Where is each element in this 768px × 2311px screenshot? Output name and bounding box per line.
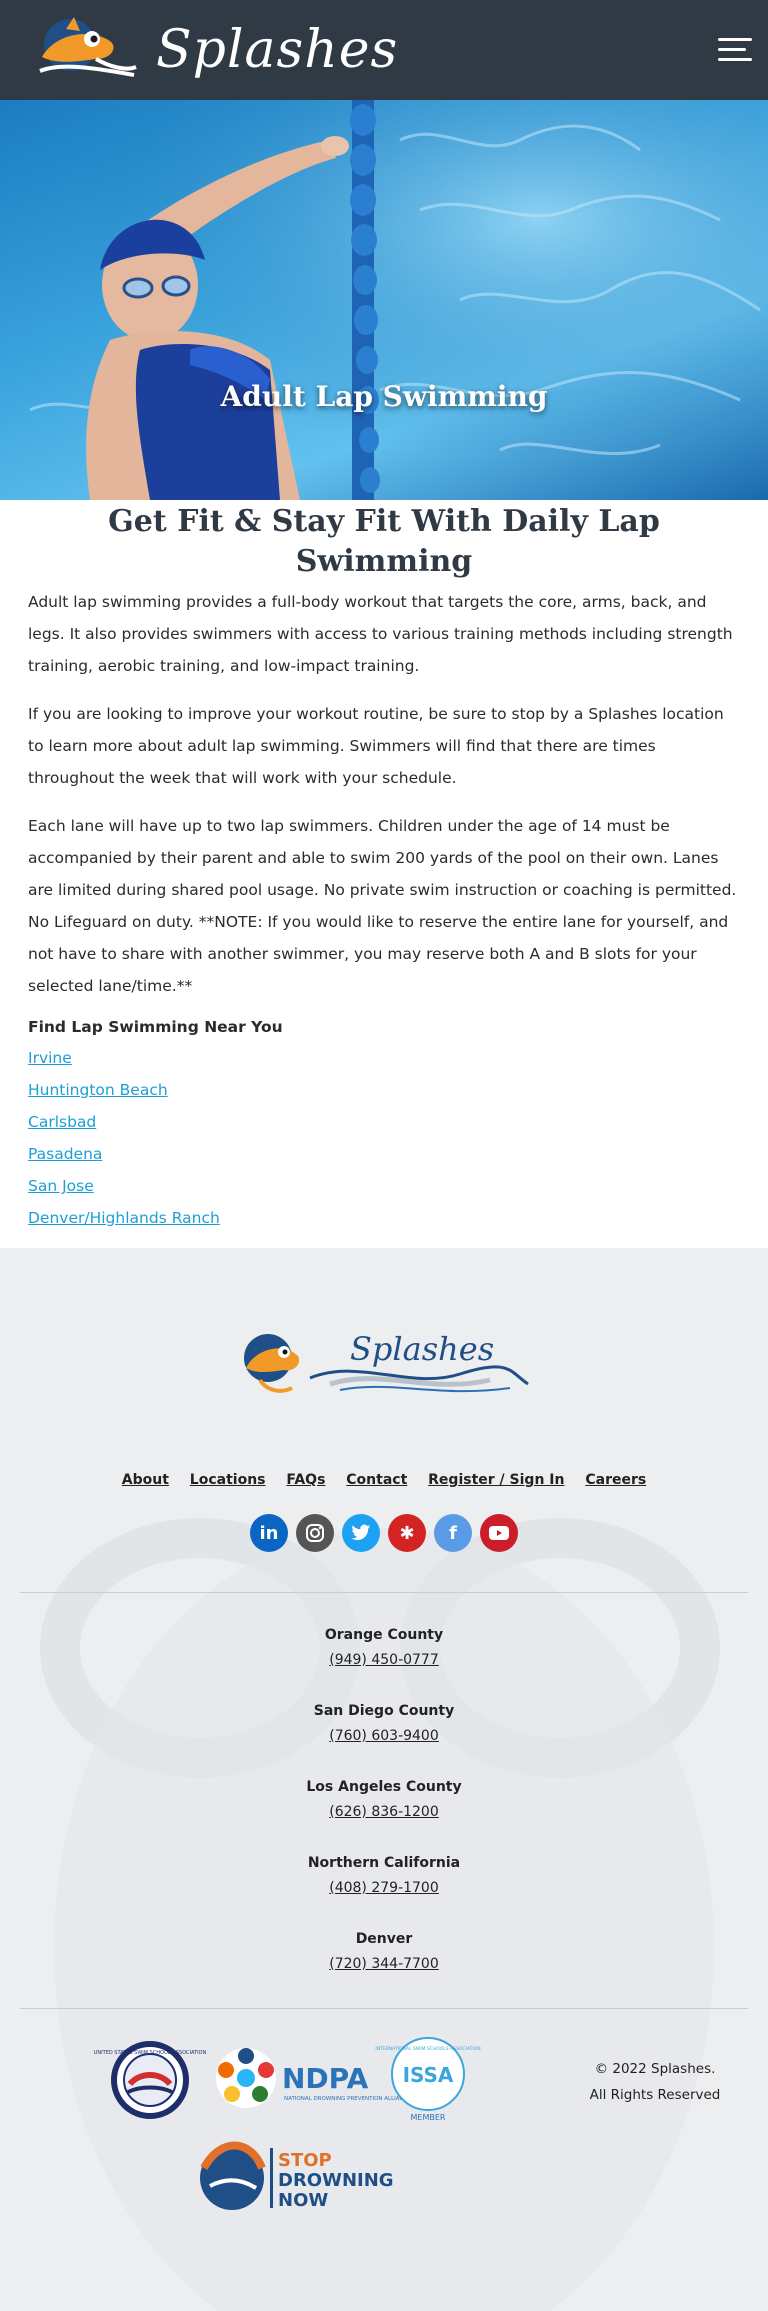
footer-link-contact[interactable]: Contact <box>346 1472 407 1488</box>
region-northern-california: Northern California (408) 279-1700 <box>0 1852 768 1902</box>
footer-logo-text: Splashes <box>350 1330 494 1368</box>
region-phone-link[interactable]: (626) 836-1200 <box>0 1798 768 1826</box>
ndpa-badge-logo[interactable]: NDPA NATIONAL DROWNING PREVENTION ALLIAN… <box>216 2048 412 2108</box>
stop-drowning-now-line3: NOW <box>278 2190 328 2211</box>
region-name: Orange County <box>324 1627 444 1643</box>
region-name: Los Angeles County <box>306 1779 462 1795</box>
list-item: San Jose <box>28 1170 740 1202</box>
youtube-icon[interactable] <box>480 1514 518 1552</box>
footer-nav: About Locations FAQs Contact Register / … <box>0 1472 768 1488</box>
location-links-list: Irvine Huntington Beach Carlsbad Pasaden… <box>28 1042 740 1234</box>
social-links: in ✱ f <box>0 1514 768 1552</box>
region-phone-link[interactable]: (408) 279-1700 <box>0 1874 768 1902</box>
hero-banner: Adult Lap Swimming <box>0 100 768 500</box>
lane-rules-paragraph: Each lane will have up to two lap swimme… <box>28 817 737 995</box>
region-denver: Denver (720) 344-7700 <box>0 1928 768 1978</box>
list-item: Carlsbad <box>28 1106 740 1138</box>
ndpa-badge-title: NDPA <box>282 2062 369 2095</box>
list-item: Pasadena <box>28 1138 740 1170</box>
footer-divider <box>20 2008 748 2009</box>
workout-paragraph: If you are looking to improve your worko… <box>28 705 724 787</box>
location-link-huntington-beach[interactable]: Huntington Beach <box>28 1081 168 1099</box>
rights-reserved-line: All Rights Reserved <box>589 2087 721 2103</box>
stop-drowning-now-line1: STOP <box>278 2150 332 2171</box>
copyright: © 2022 Splashes. All Rights Reserved <box>575 2056 735 2108</box>
instagram-icon[interactable] <box>296 1514 334 1552</box>
list-item: Huntington Beach <box>28 1074 740 1106</box>
region-san-diego-county: San Diego County (760) 603-9400 <box>0 1700 768 1750</box>
ndpa-badge-subtitle: NATIONAL DROWNING PREVENTION ALLIANCE <box>284 2096 412 2102</box>
splashes-fish-logo-icon[interactable] <box>36 15 140 85</box>
copyright-line: © 2022 Splashes. <box>594 2061 716 2077</box>
issa-badge-logo[interactable]: INTERNATIONAL SWIM SCHOOLS ASSOCIATION I… <box>375 2037 481 2122</box>
footer-link-careers[interactable]: Careers <box>585 1472 646 1488</box>
location-link-irvine[interactable]: Irvine <box>28 1049 72 1067</box>
main-content: Get Fit & Stay Fit With Daily Lap Swimmi… <box>0 500 768 1234</box>
hero-title: Adult Lap Swimming <box>220 380 548 413</box>
yelp-icon[interactable]: ✱ <box>388 1514 426 1552</box>
page-heading: Get Fit & Stay Fit With Daily Lap Swimmi… <box>108 504 660 579</box>
location-link-pasadena[interactable]: Pasadena <box>28 1145 102 1163</box>
issa-badge-member: MEMBER <box>411 2113 446 2122</box>
twitter-icon[interactable] <box>342 1514 380 1552</box>
stop-drowning-now-logo[interactable]: STOP DROWNING NOW <box>200 2141 394 2212</box>
region-phone-link[interactable]: (720) 344-7700 <box>0 1950 768 1978</box>
facebook-icon[interactable]: f <box>434 1514 472 1552</box>
ussssa-badge-logo[interactable]: UNITED STATES SWIM SCHOOL ASSOCIATION <box>94 2041 207 2119</box>
issa-badge-title: ISSA <box>403 2063 454 2087</box>
region-los-angeles-county: Los Angeles County (626) 836-1200 <box>0 1776 768 1826</box>
ussssa-badge-text: UNITED STATES SWIM SCHOOL ASSOCIATION <box>94 2050 207 2056</box>
footer-splashes-logo[interactable]: Splashes <box>240 1328 530 1398</box>
hamburger-menu-icon[interactable] <box>718 38 752 64</box>
footer-link-register-sign-in[interactable]: Register / Sign In <box>428 1472 564 1488</box>
region-orange-county: Orange County (949) 450-0777 <box>0 1624 768 1674</box>
location-link-carlsbad[interactable]: Carlsbad <box>28 1113 96 1131</box>
footer-divider <box>20 1592 748 1593</box>
region-phone-link[interactable]: (760) 603-9400 <box>0 1722 768 1750</box>
list-item: Irvine <box>28 1042 740 1074</box>
swimmer-hero-image <box>0 100 768 500</box>
region-name: Northern California <box>307 1855 461 1871</box>
region-name: Denver <box>355 1931 413 1947</box>
region-phone-link[interactable]: (949) 450-0777 <box>0 1646 768 1674</box>
location-link-denver-highlands-ranch[interactable]: Denver/Highlands Ranch <box>28 1209 220 1227</box>
footer-link-faqs[interactable]: FAQs <box>286 1472 325 1488</box>
location-link-san-jose[interactable]: San Jose <box>28 1177 94 1195</box>
site-footer: Splashes About Locations FAQs Contact Re… <box>0 1248 768 2311</box>
region-contacts: Orange County (949) 450-0777 San Diego C… <box>0 1624 768 2004</box>
brand-name[interactable]: Splashes <box>156 20 398 80</box>
site-header: Splashes <box>0 0 768 100</box>
region-name: San Diego County <box>313 1703 455 1719</box>
find-lap-swimming-heading: Find Lap Swimming Near You <box>28 1018 283 1036</box>
intro-paragraph: Adult lap swimming provides a full-body … <box>28 593 733 675</box>
stop-drowning-now-line2: DROWNING <box>278 2170 394 2191</box>
linkedin-icon[interactable]: in <box>250 1514 288 1552</box>
footer-link-about[interactable]: About <box>122 1472 169 1488</box>
list-item: Denver/Highlands Ranch <box>28 1202 740 1234</box>
issa-badge-ring-text: INTERNATIONAL SWIM SCHOOLS ASSOCIATION <box>375 2046 480 2052</box>
footer-link-locations[interactable]: Locations <box>190 1472 266 1488</box>
